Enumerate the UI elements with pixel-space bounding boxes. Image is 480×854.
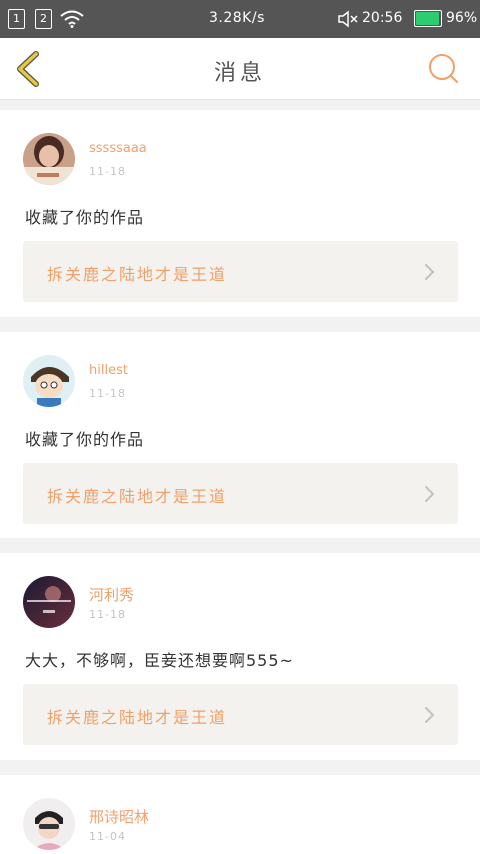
work-link[interactable]: 拆关鹿之陆地才是王道 — [23, 241, 458, 302]
battery-icon — [414, 10, 442, 27]
message-date: 11-04 — [89, 830, 126, 843]
sim1-icon: 1 — [8, 9, 25, 29]
page-title: 消息 — [213, 61, 266, 86]
message-text: 大大，不够啊，臣妾还想要啊555~ — [25, 651, 294, 670]
avatar[interactable] — [23, 133, 75, 185]
message-text: 收藏了你的作品 — [25, 430, 145, 449]
message-card: sssssaaa 11-18 收藏了你的作品 拆关鹿之陆地才是王道 — [0, 110, 480, 317]
work-title: 拆关鹿之陆地才是王道 — [47, 265, 228, 284]
status-bar: 1 2 3.28K/s 20:56 96% — [0, 0, 480, 38]
network-speed: 3.28K/s — [209, 10, 265, 26]
message-card: 邢诗昭林 11-04 — [0, 775, 480, 854]
username[interactable]: hillest — [89, 363, 128, 378]
chevron-right-icon — [425, 486, 435, 502]
mute-icon — [338, 10, 358, 28]
app-header: 消息 — [0, 38, 480, 100]
username[interactable]: sssssaaa — [89, 141, 147, 156]
chevron-right-icon — [425, 264, 435, 280]
wifi-icon — [60, 10, 84, 28]
sim2-icon: 2 — [35, 9, 52, 29]
chevron-right-icon — [425, 707, 435, 723]
username[interactable]: 邢诗昭林 — [89, 806, 149, 827]
avatar[interactable] — [23, 576, 75, 628]
work-title: 拆关鹿之陆地才是王道 — [47, 487, 228, 506]
work-title: 拆关鹿之陆地才是王道 — [47, 708, 228, 727]
battery-percent: 96% — [446, 10, 478, 26]
message-card: 河利秀 11-18 大大，不够啊，臣妾还想要啊555~ 拆关鹿之陆地才是王道 — [0, 553, 480, 760]
work-link[interactable]: 拆关鹿之陆地才是王道 — [23, 684, 458, 745]
message-date: 11-18 — [89, 165, 126, 178]
avatar[interactable] — [23, 798, 75, 850]
message-text: 收藏了你的作品 — [25, 208, 145, 227]
battery-fill — [416, 12, 440, 25]
search-icon[interactable] — [427, 52, 459, 84]
message-card: hillest 11-18 收藏了你的作品 拆关鹿之陆地才是王道 — [0, 332, 480, 538]
username[interactable]: 河利秀 — [89, 584, 134, 605]
work-link[interactable]: 拆关鹿之陆地才是王道 — [23, 463, 458, 524]
avatar[interactable] — [23, 355, 75, 407]
message-date: 11-18 — [89, 387, 126, 400]
status-time: 20:56 — [362, 10, 403, 26]
message-date: 11-18 — [89, 608, 126, 621]
